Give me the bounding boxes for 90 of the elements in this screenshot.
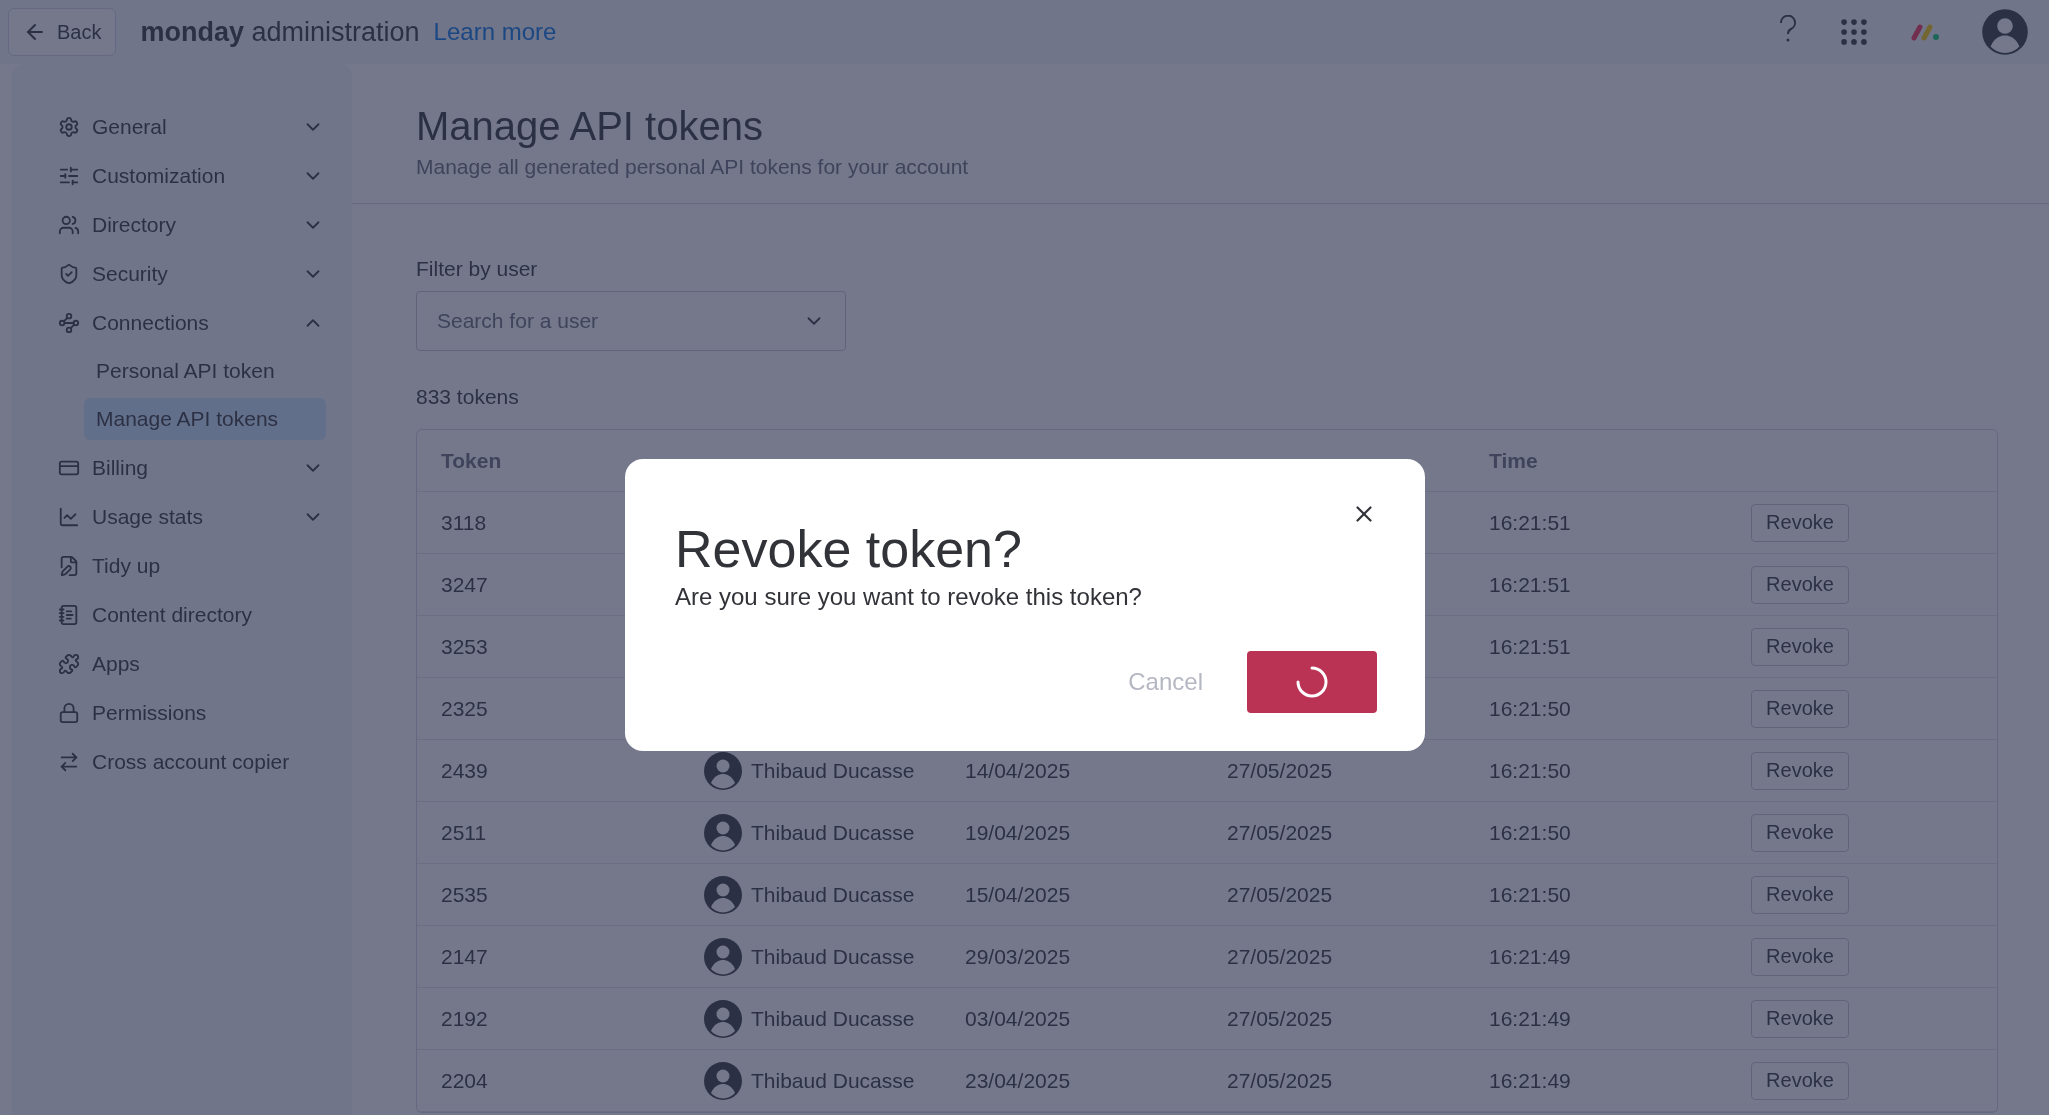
table-cell-text: 29/03/2025 — [965, 944, 1072, 969]
sidebar-item[interactable]: Cross account copier — [24, 737, 338, 786]
table-cell-text: 16:21:51 — [1489, 572, 1572, 597]
sidebar-subitem[interactable]: Personal API token — [84, 350, 326, 392]
table-cell-text: 16:21:51 — [1489, 510, 1572, 535]
people-icon — [58, 213, 80, 236]
spinner-icon — [1295, 665, 1329, 699]
connections-icon — [58, 311, 80, 334]
table-cell-text: 16:21:50 — [1489, 758, 1572, 783]
avatar-icon — [703, 874, 743, 915]
table-cell-text: 27/05/2025 — [1227, 882, 1334, 907]
table-cell-text: 14/04/2025 — [965, 758, 1072, 783]
sidebar-item[interactable]: Connections — [24, 298, 338, 347]
revoke-button[interactable]: Revoke — [1751, 627, 1849, 666]
avatar-icon[interactable] — [1981, 8, 2029, 56]
notebook-icon — [58, 603, 80, 626]
dialog-message: Are you sure you want to revoke this token? — [675, 583, 1143, 611]
logo-icon — [1911, 22, 1941, 42]
table-cell-text: 3253 — [441, 634, 489, 659]
table-cell-text: 27/05/2025 — [1227, 1006, 1334, 1031]
page-title: Manage API tokens — [416, 104, 764, 149]
cancel-button[interactable]: Cancel — [1122, 667, 1209, 697]
sidebar-item[interactable]: General — [24, 102, 338, 151]
table-cell-text: 16:21:49 — [1489, 944, 1572, 969]
revoke-button[interactable]: Revoke — [1751, 999, 1849, 1038]
puzzle-icon — [58, 652, 80, 675]
table-cell: Thibaud Ducasse — [751, 820, 915, 845]
table-cell: Thibaud Ducasse — [751, 1068, 915, 1093]
sidebar-item[interactable]: Permissions — [24, 688, 338, 737]
avatar-icon — [703, 1060, 743, 1101]
sidebar-item[interactable]: Customization — [24, 151, 338, 200]
lock-icon — [58, 701, 80, 724]
sliders-icon — [58, 164, 80, 187]
sidebar-subitem[interactable]: Manage API tokens — [84, 398, 326, 440]
revoke-button[interactable]: Revoke — [1751, 875, 1849, 914]
revoke-button[interactable]: Revoke — [1751, 751, 1849, 790]
document-icon — [58, 554, 80, 577]
back-button[interactable]: Back — [8, 8, 117, 56]
revoke-button[interactable]: Revoke — [1751, 503, 1849, 542]
table-cell-text: 19/04/2025 — [965, 820, 1072, 845]
revoke-button[interactable]: Revoke — [1751, 565, 1849, 604]
table-cell: Thibaud Ducasse — [751, 882, 915, 907]
sidebar-item[interactable]: Content directory — [24, 590, 338, 639]
filter-label: Filter by user — [416, 257, 539, 281]
avatar-icon — [703, 812, 743, 853]
table-cell-text: 2192 — [441, 1006, 489, 1031]
table-cell: Thibaud Ducasse — [751, 944, 915, 969]
revoke-button[interactable]: Revoke — [1751, 689, 1849, 728]
table-cell-text: 16:21:50 — [1489, 882, 1572, 907]
table-cell-text: 27/05/2025 — [1227, 820, 1334, 845]
table-cell-text: 16:21:49 — [1489, 1006, 1572, 1031]
avatar-icon — [703, 936, 743, 977]
gear-icon — [58, 115, 80, 138]
avatar-icon — [703, 998, 743, 1039]
table-cell-text: 2511 — [441, 820, 488, 845]
table-cell-text: 27/05/2025 — [1227, 1068, 1334, 1093]
table-cell-text: 23/04/2025 — [965, 1068, 1072, 1093]
table-cell-text: 15/04/2025 — [965, 882, 1072, 907]
table-cell-text: 2204 — [441, 1068, 489, 1093]
sidebar-item[interactable]: Security — [24, 249, 338, 298]
table-cell-text: 27/05/2025 — [1227, 944, 1334, 969]
table-cell: Thibaud Ducasse — [751, 758, 915, 783]
sidebar-item[interactable]: Directory — [24, 200, 338, 249]
line-chart-icon — [58, 505, 80, 528]
revoke-button[interactable]: Revoke — [1751, 937, 1849, 976]
learn-more-link[interactable]: Learn more — [433, 18, 557, 46]
table-cell-text: 27/05/2025 — [1227, 758, 1334, 783]
table-cell-text: 3118 — [441, 510, 488, 535]
table-cell-text: 16:21:50 — [1489, 696, 1572, 721]
table-cell-text: 16:21:51 — [1489, 634, 1572, 659]
revoke-button[interactable]: Revoke — [1751, 813, 1849, 852]
sidebar-item[interactable]: Usage stats — [24, 492, 338, 541]
swap-arrows-icon — [58, 750, 80, 773]
table-cell-text: 2147 — [441, 944, 489, 969]
sidebar-item[interactable]: Billing — [24, 443, 338, 492]
table-cell-text: 16:21:49 — [1489, 1068, 1572, 1093]
sidebar-item[interactable]: Tidy up — [24, 541, 338, 590]
table-cell-text: 03/04/2025 — [965, 1006, 1072, 1031]
table-cell: Thibaud Ducasse — [751, 1006, 915, 1031]
dialog-title: Revoke token? — [675, 519, 1023, 579]
revoke-button[interactable]: Revoke — [1751, 1061, 1849, 1100]
table-cell-text: 2535 — [441, 882, 489, 907]
table-cell-text: 2439 — [441, 758, 489, 783]
app-title: monday administration — [140, 16, 420, 48]
table-cell-text: 16:21:50 — [1489, 820, 1572, 845]
token-count: 833 tokens — [416, 385, 520, 409]
confirm-button[interactable] — [1247, 651, 1377, 713]
shield-icon — [58, 262, 80, 285]
table-cell-text: 2325 — [441, 696, 489, 721]
sidebar-item[interactable]: Apps — [24, 639, 338, 688]
